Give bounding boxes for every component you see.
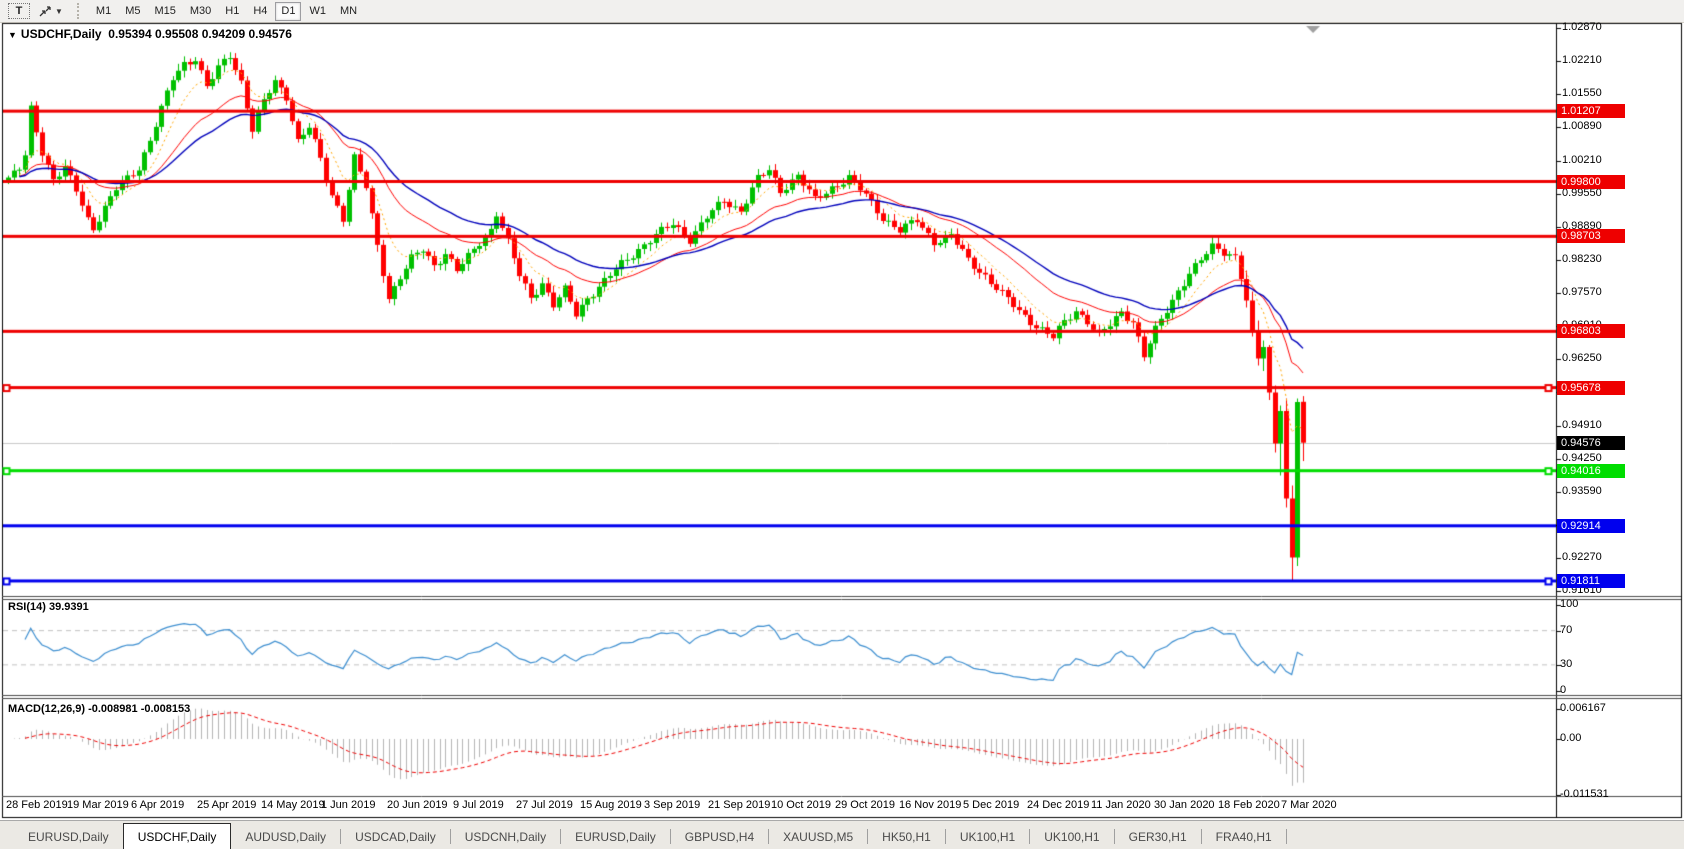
macd-axis-tick: 0.006167 — [1560, 702, 1606, 714]
chart-tab-fra40-h1[interactable]: FRA40,H1 — [1202, 825, 1286, 849]
level-price-tag: 0.98703 — [1557, 229, 1625, 243]
date-axis-label: 9 Jul 2019 — [453, 799, 504, 811]
level-price-tag: 0.94016 — [1557, 464, 1625, 478]
chart-tab-uk100-h1[interactable]: UK100,H1 — [946, 825, 1029, 849]
chart-tab-xauusd-m5[interactable]: XAUUSD,M5 — [769, 825, 867, 849]
rsi-axis-tick: 0 — [1560, 684, 1566, 696]
tab-separator — [1286, 829, 1287, 844]
level-price-tag: 0.95678 — [1557, 381, 1625, 395]
date-axis-label: 11 Jan 2020 — [1091, 799, 1151, 811]
date-axis-label: 30 Jan 2020 — [1154, 799, 1215, 811]
macd-indicator-label: MACD(12,26,9) -0.008981 -0.008153 — [8, 703, 190, 715]
price-axis-tick: 0.99550 — [1562, 187, 1602, 199]
chart-tab-eurusd-daily[interactable]: EURUSD,Daily — [561, 825, 670, 849]
date-axis-label: 25 Apr 2019 — [197, 799, 256, 811]
chart-title-collapse-icon[interactable]: ▼ — [8, 30, 17, 40]
chart-tab-usdcnh-daily[interactable]: USDCNH,Daily — [451, 825, 560, 849]
price-axis-tick: 0.98230 — [1562, 253, 1602, 265]
date-axis-label: 29 Oct 2019 — [835, 799, 895, 811]
chart-tab-audusd-daily[interactable]: AUDUSD,Daily — [231, 825, 340, 849]
macd-axis-tick: 0.00 — [1560, 732, 1581, 744]
date-axis-label: 15 Aug 2019 — [580, 799, 642, 811]
date-axis-label: 16 Nov 2019 — [899, 799, 961, 811]
price-axis-tick: 1.01550 — [1562, 87, 1602, 99]
price-axis-tick: 1.00890 — [1562, 120, 1602, 132]
date-axis-label: 20 Jun 2019 — [387, 799, 448, 811]
date-axis-label: 24 Dec 2019 — [1027, 799, 1089, 811]
date-axis-label: 1 Jun 2019 — [321, 799, 375, 811]
date-axis-label: 5 Dec 2019 — [963, 799, 1019, 811]
chart-tab-usdcad-daily[interactable]: USDCAD,Daily — [341, 825, 450, 849]
date-axis-label: 19 Mar 2019 — [67, 799, 129, 811]
symbol-tab-bar: EURUSD,DailyUSDCHF,DailyAUDUSD,DailyUSDC… — [0, 820, 1684, 849]
date-axis-label: 7 Mar 2020 — [1281, 799, 1337, 811]
ohlc-close: 0.94576 — [248, 27, 291, 41]
date-axis-label: 10 Oct 2019 — [771, 799, 831, 811]
price-axis-tick: 0.97570 — [1562, 286, 1602, 298]
chart-tab-ger30-h1[interactable]: GER30,H1 — [1115, 825, 1201, 849]
macd-axis-tick: -0.011531 — [1560, 788, 1609, 800]
price-chart-canvas[interactable] — [0, 0, 1684, 849]
price-axis-tick: 1.02210 — [1562, 54, 1602, 66]
level-price-tag: 1.01207 — [1557, 104, 1625, 118]
chart-tab-usdchf-daily[interactable]: USDCHF,Daily — [123, 823, 232, 849]
rsi-indicator-label: RSI(14) 39.9391 — [8, 601, 89, 613]
ohlc-open: 0.95394 — [108, 27, 151, 41]
date-axis-label: 28 Feb 2019 — [6, 799, 68, 811]
rsi-axis-tick: 30 — [1560, 658, 1572, 670]
price-axis-tick: 0.92270 — [1562, 551, 1602, 563]
price-axis-tick: 0.96250 — [1562, 352, 1602, 364]
date-axis-label: 27 Jul 2019 — [516, 799, 573, 811]
level-price-tag: 0.91811 — [1557, 574, 1625, 588]
ohlc-high: 0.95508 — [155, 27, 198, 41]
price-axis-tick: 0.93590 — [1562, 485, 1602, 497]
chart-symbol-label: USDCHF,Daily — [21, 27, 102, 41]
level-price-tag: 0.99800 — [1557, 175, 1625, 189]
bid-price-tag: 0.94576 — [1557, 436, 1625, 450]
mt4-window: T ▼ M1M5M15M30H1H4D1W1MN ▼USDCHF,Daily 0… — [0, 0, 1684, 849]
date-axis-label: 21 Sep 2019 — [708, 799, 770, 811]
date-axis-label: 6 Apr 2019 — [131, 799, 184, 811]
price-axis-tick: 1.02870 — [1562, 21, 1602, 33]
chart-tab-gbpusd-h4[interactable]: GBPUSD,H4 — [671, 825, 768, 849]
chart-tab-eurusd-daily[interactable]: EURUSD,Daily — [14, 825, 123, 849]
price-axis-tick: 0.94250 — [1562, 452, 1602, 464]
price-axis-tick: 0.94910 — [1562, 419, 1602, 431]
chart-tab-uk100-h1[interactable]: UK100,H1 — [1030, 825, 1113, 849]
level-price-tag: 0.92914 — [1557, 519, 1625, 533]
price-axis-tick: 1.00210 — [1562, 154, 1602, 166]
chart-tab-hk50-h1[interactable]: HK50,H1 — [868, 825, 945, 849]
ohlc-low: 0.94209 — [202, 27, 245, 41]
rsi-axis-tick: 100 — [1560, 598, 1578, 610]
chart-title: ▼ USDCHF,Daily 0.95394 0.95508 0.94209 0.… — [8, 27, 292, 41]
rsi-axis-tick: 70 — [1560, 624, 1572, 636]
level-price-tag: 0.96803 — [1557, 324, 1625, 338]
date-axis-label: 18 Feb 2020 — [1218, 799, 1280, 811]
date-axis-label: 14 May 2019 — [261, 799, 325, 811]
date-axis-label: 3 Sep 2019 — [644, 799, 700, 811]
